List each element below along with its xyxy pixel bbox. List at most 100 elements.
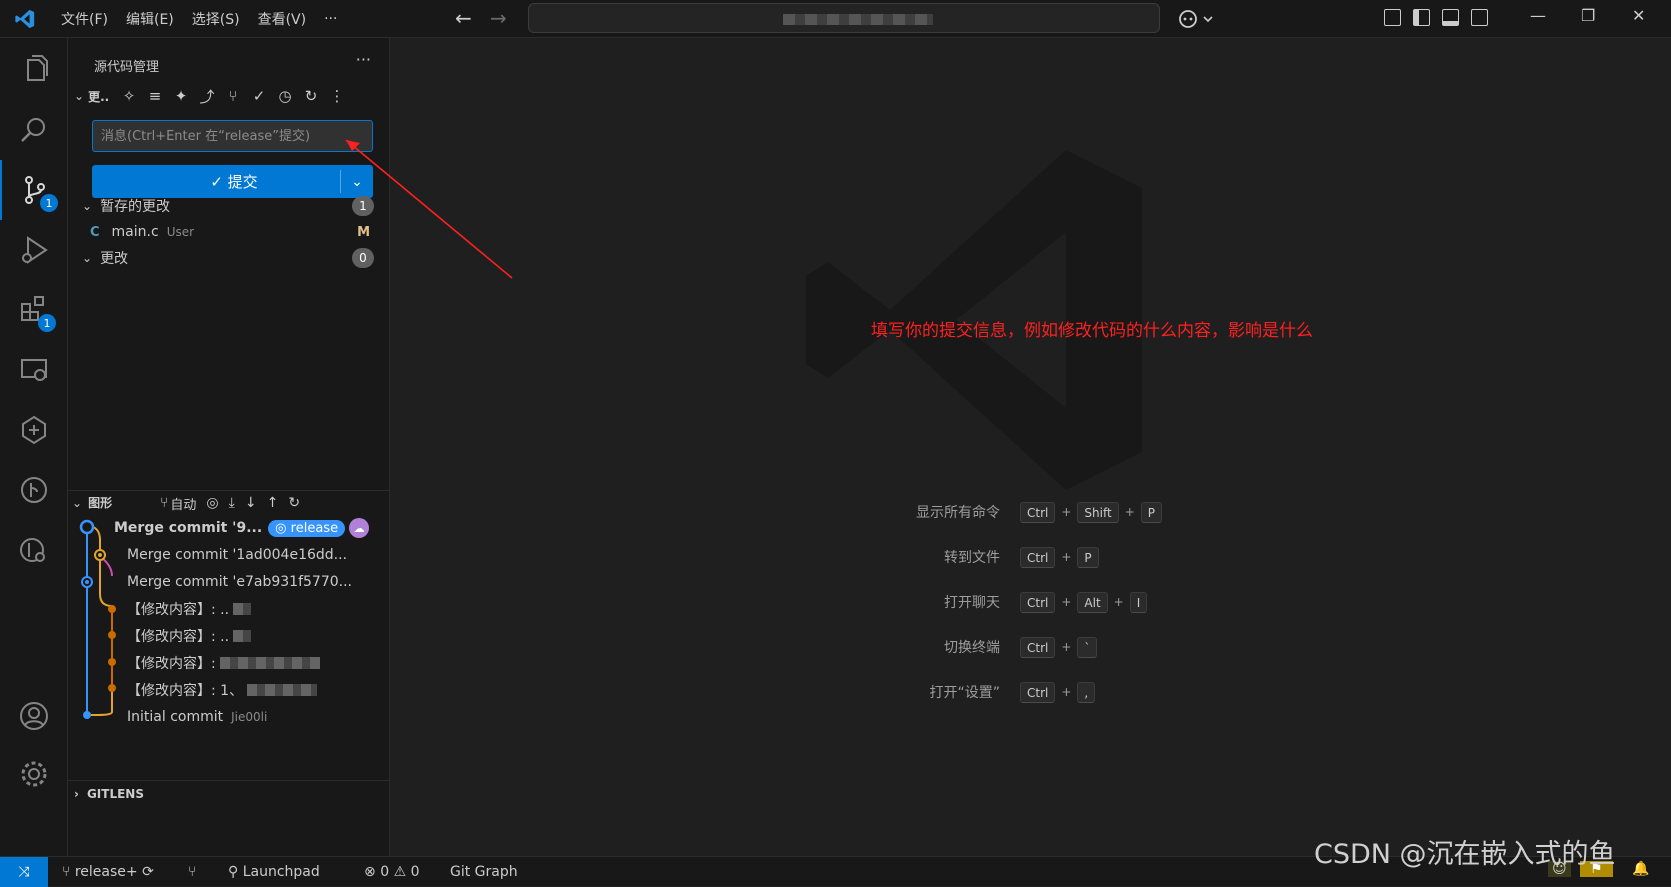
changes-group[interactable]: ⌄ 更改 0 [68,245,390,271]
list-item[interactable]: 【修改内容】: .. [127,623,252,649]
activity-bar: 1 1 [0,38,68,856]
notifications-icon[interactable]: 🔔 [1632,861,1649,877]
sparkle-icon[interactable]: ✦ [172,87,190,105]
toggle-secondary-sidebar-icon[interactable] [1471,9,1488,26]
staged-changes-group[interactable]: ⌄ 暂存的更改 1 [68,193,390,219]
refresh-icon[interactable]: ↻ [288,495,300,511]
sidebar-title: 源代码管理 [94,60,160,75]
run-debug-button[interactable] [0,220,68,280]
restore-icon[interactable]: ❐ [1581,6,1595,25]
toggle-panel-icon[interactable] [1442,9,1459,26]
commit-message: 【修改内容】: [127,656,216,672]
list-item[interactable]: 【修改内容】: 1、 [127,677,318,703]
customize-layout-icon[interactable] [1384,9,1401,26]
branch-status[interactable]: ⑂ release+ ⟳ [62,864,154,880]
title-bar: 文件(F) 编辑(E) 选择(S) 查看(V) ··· ← → — ❐ ✕ [0,0,1671,38]
key-cap: P [1077,546,1099,568]
list-item[interactable]: Merge commit '9... ◎ release ☁ [114,515,370,541]
minimize-icon[interactable]: — [1530,6,1546,25]
list-item[interactable]: 【修改内容】: .. [127,596,252,622]
menu-selection[interactable]: 选择(S) [183,9,249,29]
manage-button[interactable] [0,744,68,804]
view-as-list-icon[interactable]: ≡ [146,87,164,105]
history-icon[interactable]: ◷ [276,87,294,105]
commit-message-input[interactable] [92,120,373,152]
gitlens-inspect-button[interactable] [0,520,68,580]
command-center[interactable] [528,3,1160,33]
check-icon[interactable]: ✓ [250,87,268,105]
push-icon[interactable]: ↑ [267,495,279,511]
layout-controls [1384,9,1488,26]
graph-section-header[interactable]: ⌄ 图形 ⑂ 自动 ◎ ⤓ ↓ ↑ ↻ [68,490,390,514]
gitlens-action-icon[interactable]: ✧ [120,87,138,105]
more-actions-icon[interactable]: ⋮ [328,87,346,105]
shortcut-keys: Ctrl + Shift + P [1020,501,1163,523]
vscode-logo-icon [15,9,35,29]
chevron-down-icon[interactable]: ⌄ [82,199,92,213]
list-item[interactable]: Merge commit 'e7ab931f5770... [127,569,352,595]
menu-edit[interactable]: 编辑(E) [117,9,183,29]
list-item[interactable]: Initial commit Jie00li [127,704,267,730]
gitlens-status-icon[interactable]: ⑂ [188,864,196,880]
toggle-primary-sidebar-icon[interactable] [1413,9,1430,26]
plus-sign: + [1061,550,1072,564]
shortcut-row[interactable]: 切换终端 [830,636,1000,658]
branch-badge: ◎ release [268,519,346,537]
branch-icon: ⑂ [62,864,71,880]
problems-status[interactable]: ⊗ 0 ⚠ 0 [364,864,420,880]
back-arrow-icon[interactable]: ← [455,6,472,30]
git-graph-button[interactable] [0,460,68,520]
branch-compare-icon[interactable]: ⑂ [224,87,242,105]
chevron-right-icon[interactable]: › [74,787,79,801]
shortcut-keys: Ctrl + P [1020,546,1099,568]
chevron-down-icon[interactable]: ⌄ [82,251,92,265]
accounts-button[interactable] [0,686,68,746]
pull-icon[interactable]: ↓ [245,495,257,511]
shortcut-row[interactable]: 打开聊天 [830,591,1000,613]
search-button[interactable] [0,100,68,160]
menu-more[interactable]: ··· [315,11,346,27]
file-name: main.c [111,224,159,240]
sidebar-more-button[interactable]: ··· [356,50,371,69]
explorer-button[interactable] [0,40,68,100]
git-graph-status[interactable]: Git Graph [450,864,518,880]
shortcut-row[interactable]: 转到文件 [830,546,1000,568]
shortcut-row[interactable]: 打开“设置” [830,681,1000,703]
remote-indicator[interactable]: ⤨ [0,857,48,887]
auto-label[interactable]: 自动 [170,494,196,513]
close-icon[interactable]: ✕ [1632,6,1645,25]
gitlens-section-header[interactable]: › GITLENS [68,780,390,806]
fetch-icon[interactable]: ⤓ [229,495,235,511]
gitlens-button[interactable] [0,400,68,460]
remote-explorer-button[interactable] [0,340,68,400]
copilot-icon[interactable] [1177,8,1217,30]
list-item[interactable]: C main.c User M [68,219,390,245]
launchpad-status[interactable]: ⚲ Launchpad [228,864,320,880]
plus-sign: + [1061,505,1072,519]
source-control-button[interactable]: 1 [0,160,68,220]
list-item[interactable]: 【修改内容】: [127,650,320,676]
forward-arrow-icon[interactable]: → [490,6,507,30]
menu-file[interactable]: 文件(F) [52,9,117,29]
chevron-down-icon[interactable]: ⌄ [72,496,82,510]
branch-icon[interactable]: ⑂ [160,495,168,511]
remote-explorer-icon [21,359,47,381]
sync-icon[interactable]: ⟳ [142,864,154,880]
account-icon [20,702,48,730]
list-item[interactable]: Merge commit '1ad004e16dd... [127,542,347,568]
refresh-icon[interactable]: ↻ [302,87,320,105]
cloud-icon: ☁ [349,518,370,538]
chevron-down-icon[interactable]: ⌄ [341,174,373,190]
chevron-down-icon[interactable]: ⌄ [74,89,84,103]
shortcut-label: 切换终端 [944,640,1000,656]
target-icon[interactable]: ◎ [206,495,218,511]
gitlens-icon [22,415,46,445]
scm-repo-header[interactable]: ⌄ 更.. ✧ ≡ ✦ ⤴ ⑂ ✓ ◷ ↻ ⋮ [68,84,390,108]
commit-message: 【修改内容】: .. [127,629,230,645]
shortcut-row[interactable]: 显示所有命令 [830,501,1000,523]
menu-view[interactable]: 查看(V) [249,9,316,29]
plus-sign: + [1113,595,1124,609]
blurred-text [247,684,318,696]
extensions-button[interactable]: 1 [0,280,68,340]
create-pull-request-icon[interactable]: ⤴ [198,86,216,107]
